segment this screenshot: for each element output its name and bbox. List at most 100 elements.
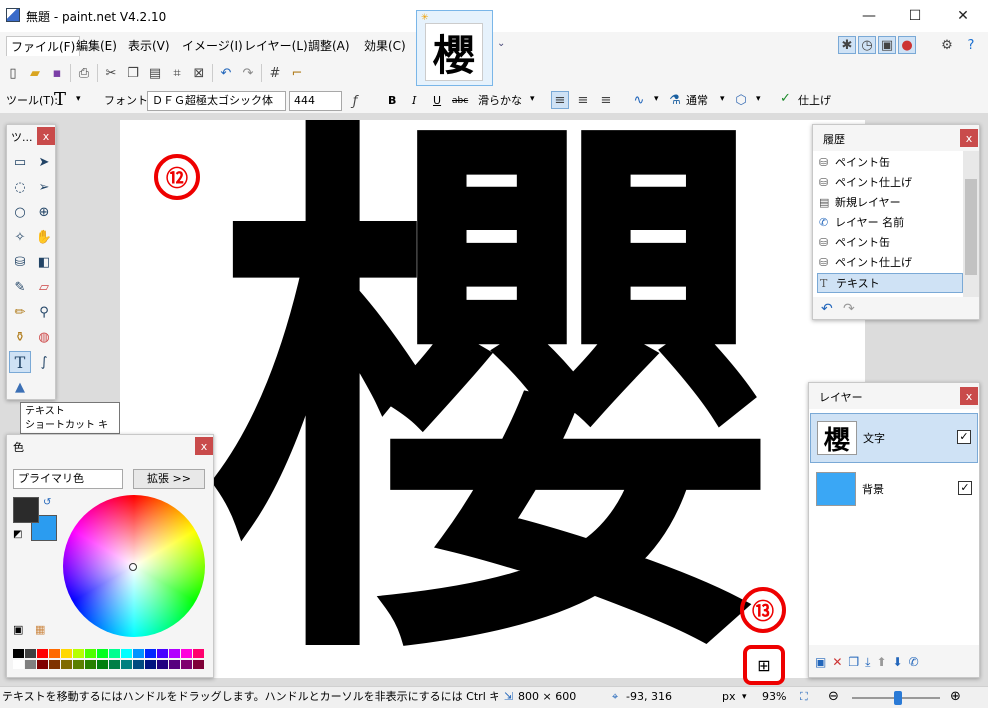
font-family-select[interactable]: ＤＦＧ超極太ゴシック体 <box>147 91 286 111</box>
move-layer-up-icon[interactable]: ⬆ <box>876 655 886 670</box>
deselect-icon[interactable]: ⊠ <box>190 64 208 82</box>
menu-image[interactable]: イメージ(I) <box>178 36 247 56</box>
current-tool-text-icon[interactable]: T <box>54 89 66 110</box>
italic-button[interactable]: I <box>412 92 416 110</box>
redo-icon[interactable]: ↷ <box>239 64 257 82</box>
palette-swatch[interactable] <box>37 660 48 669</box>
move-selected-icon[interactable]: ➤ <box>33 151 55 173</box>
merge-down-icon[interactable]: ⤓ <box>865 655 870 670</box>
antialias-select[interactable]: 滑らかな <box>478 92 522 110</box>
strikethrough-button[interactable]: abc <box>452 92 468 110</box>
palette-swatch[interactable] <box>13 660 24 669</box>
palette-swatch[interactable] <box>133 649 144 658</box>
align-left-icon[interactable]: ≡ <box>551 91 569 109</box>
palette-swatch[interactable] <box>109 649 120 658</box>
eraser-icon[interactable]: ▱ <box>33 276 55 298</box>
palette-swatch[interactable] <box>157 660 168 669</box>
paint-bucket-icon[interactable]: ⛁ <box>9 251 31 273</box>
unit-dropdown-icon[interactable]: ▾ <box>742 687 747 707</box>
expand-button[interactable]: 拡張 >> <box>133 469 205 489</box>
open-folder-icon[interactable]: ▰ <box>26 64 44 82</box>
font-size-select[interactable]: 444 <box>289 91 342 111</box>
colors-toggle-icon[interactable]: ● <box>898 36 916 54</box>
history-item[interactable]: ✆ レイヤー 名前 <box>817 213 963 233</box>
clone-stamp-icon[interactable]: ⬡ <box>732 91 750 109</box>
blend-mode-icon[interactable]: ⚗ <box>666 91 684 109</box>
palette-swatch[interactable] <box>109 660 120 669</box>
palette-swatch[interactable] <box>13 649 24 658</box>
menu-edit[interactable]: 編集(E) <box>72 36 121 56</box>
align-center-icon[interactable]: ≡ <box>574 91 592 109</box>
move-selection-icon[interactable]: ➢ <box>33 176 55 198</box>
palette-swatch[interactable] <box>61 660 72 669</box>
zoom-in-icon[interactable]: ⊕ <box>950 687 961 707</box>
copy-icon[interactable]: ❐ <box>124 64 142 82</box>
history-item[interactable]: ▤ 新規レイヤー <box>817 193 963 213</box>
fill-mode-icon[interactable]: ∿ <box>630 91 648 109</box>
cut-icon[interactable]: ✂ <box>102 64 120 82</box>
palette-swatch[interactable] <box>85 660 96 669</box>
history-item[interactable]: ⛁ ペイント缶 <box>817 153 963 173</box>
layers-toggle-icon[interactable]: ▣ <box>878 36 896 54</box>
paintbrush-icon[interactable]: ✎ <box>9 276 31 298</box>
history-item[interactable]: ⛁ ペイント仕上げ <box>817 173 963 193</box>
layer-row-background[interactable]: 背景 ✓ <box>810 465 978 515</box>
palette-swatch[interactable] <box>145 649 156 658</box>
magic-wand-icon[interactable]: ✧ <box>9 226 31 248</box>
blend-mode-select[interactable]: 通常 <box>686 92 708 110</box>
bold-button[interactable]: B <box>388 92 396 110</box>
rectangle-select-icon[interactable]: ▭ <box>9 151 31 173</box>
minimize-button[interactable]: — <box>846 0 892 32</box>
antialias-dropdown-icon[interactable]: ▾ <box>530 94 535 104</box>
move-layer-down-icon[interactable]: ⬇ <box>893 655 903 670</box>
palette-swatch[interactable] <box>73 660 84 669</box>
palette-swatch[interactable] <box>145 660 156 669</box>
palette-swatch[interactable] <box>133 660 144 669</box>
palette-swatch[interactable] <box>85 649 96 658</box>
image-tab[interactable]: ✳ 櫻 <box>416 10 493 86</box>
history-undo-icon[interactable]: ↶ <box>821 301 833 317</box>
zoom-out-icon[interactable]: ⊖ <box>828 687 839 707</box>
palette-swatch[interactable] <box>181 649 192 658</box>
palette-swatch[interactable] <box>97 649 108 658</box>
close-button[interactable]: ✕ <box>938 0 988 32</box>
clone-stamp-tool-icon[interactable]: ⚱ <box>9 326 31 348</box>
palette-swatch[interactable] <box>37 649 48 658</box>
blend-dropdown-icon[interactable]: ▾ <box>720 94 725 104</box>
layer-visibility-checkbox[interactable]: ✓ <box>957 430 971 444</box>
tool-dropdown-icon[interactable]: ▾ <box>76 94 81 104</box>
palette-swatch[interactable] <box>193 660 204 669</box>
swap-colors-icon[interactable]: ↺ <box>43 497 51 508</box>
palette-swatch[interactable] <box>49 660 60 669</box>
shapes-icon[interactable]: ▲ <box>9 376 31 398</box>
palette-swatch[interactable] <box>181 660 192 669</box>
ellipse-select-icon[interactable]: ○ <box>9 201 31 223</box>
history-toggle-icon[interactable]: ◷ <box>858 36 876 54</box>
palette-swatch[interactable] <box>97 660 108 669</box>
lasso-select-icon[interactable]: ◌ <box>9 176 31 198</box>
palette-menu-icon[interactable]: ▦ <box>35 623 45 636</box>
palette-swatch[interactable] <box>73 649 84 658</box>
tools-toggle-icon[interactable]: ✱ <box>838 36 856 54</box>
print-icon[interactable]: ⎙ <box>75 64 93 82</box>
menu-view[interactable]: 表示(V) <box>124 36 174 56</box>
history-scrollbar[interactable] <box>963 151 979 297</box>
palette-swatch[interactable] <box>157 649 168 658</box>
finish-button[interactable]: 仕上げ <box>798 92 831 110</box>
duplicate-layer-icon[interactable]: ❐ <box>848 655 859 670</box>
layers-panel-close-icon[interactable]: x <box>960 387 978 405</box>
underline-button[interactable]: U <box>433 92 441 110</box>
gear-icon[interactable]: ⚙ <box>938 36 956 54</box>
palette-swatch[interactable] <box>61 649 72 658</box>
add-palette-color-icon[interactable]: ▣ <box>13 623 23 636</box>
undo-icon[interactable]: ↶ <box>217 64 235 82</box>
pencil-icon[interactable]: ✏ <box>9 301 31 323</box>
tab-list-chevron-down-icon[interactable]: ⌄ <box>497 38 505 49</box>
color-mode-select[interactable]: プライマリ色 <box>13 469 123 489</box>
color-picker-icon[interactable]: ⚲ <box>33 301 55 323</box>
palette-swatch[interactable] <box>49 649 60 658</box>
menu-effects[interactable]: 効果(C) <box>360 36 410 56</box>
align-right-icon[interactable]: ≡ <box>597 91 615 109</box>
ruler-icon[interactable]: ⌐ <box>288 64 306 82</box>
menu-file[interactable]: ファイル(F) <box>6 36 81 56</box>
